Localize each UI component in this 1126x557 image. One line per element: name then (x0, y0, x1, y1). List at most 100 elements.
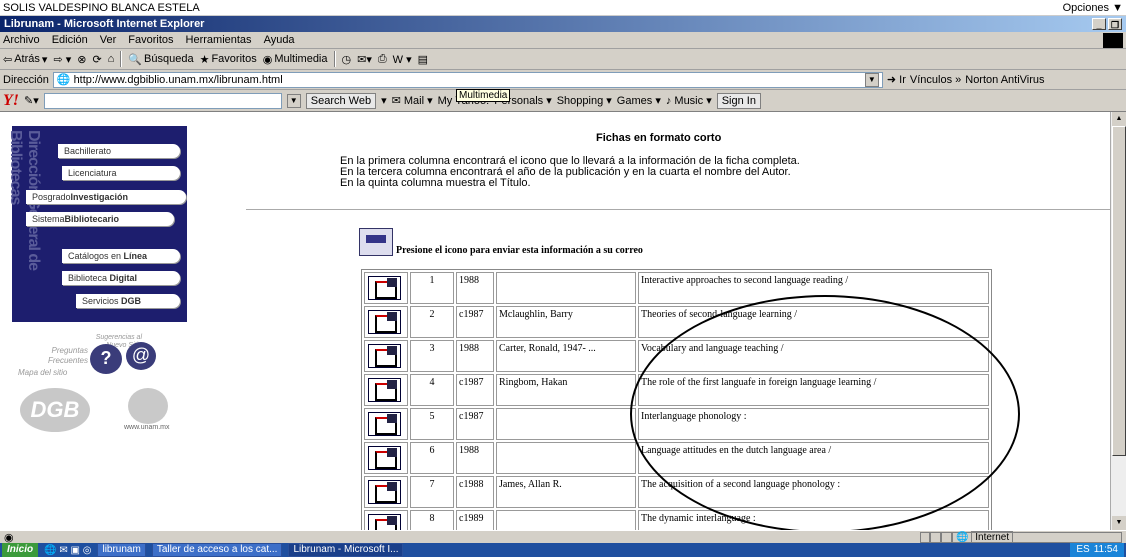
task-ie[interactable]: Librunam - Microsoft I... (288, 543, 404, 557)
links-button[interactable]: Vínculos » (910, 74, 961, 86)
full-record-icon[interactable] (368, 310, 401, 334)
annotation-ellipse (630, 295, 1020, 530)
record-number: 6 (410, 442, 454, 474)
multimedia-icon: ◉ (262, 53, 273, 66)
record-number: 4 (410, 374, 454, 406)
task-taller[interactable]: Taller de acceso a los cat... (151, 543, 283, 557)
page-icon: 🌐 (56, 74, 71, 86)
edit-button[interactable]: W ▾ (393, 53, 412, 66)
history-button[interactable]: ◷ (342, 53, 352, 66)
full-record-icon[interactable] (368, 378, 401, 402)
search-button[interactable]: 🔍 Búsqueda (128, 53, 193, 66)
go-button[interactable]: ➜ Ir (887, 73, 906, 86)
vertical-scrollbar[interactable]: ▲ ▼ (1110, 112, 1126, 530)
full-record-icon[interactable] (368, 480, 401, 504)
record-author (496, 272, 636, 304)
clock: 11:54 (1093, 544, 1118, 555)
table-row: 1 1988 Interactive approaches to second la… (364, 272, 989, 304)
menu-favoritos[interactable]: Favoritos (128, 34, 173, 46)
back-button[interactable]: ⇦ Atrás ▾ (3, 53, 47, 66)
multimedia-button[interactable]: ◉ Multimedia (263, 53, 328, 66)
menu-herramientas[interactable]: Herramientas (186, 34, 252, 46)
scroll-down-arrow[interactable]: ▼ (1112, 516, 1126, 530)
divider (246, 209, 1110, 210)
menu-edicion[interactable]: Edición (52, 34, 88, 46)
record-year: c1989 (456, 510, 494, 530)
highlight-icon[interactable]: ▾ (381, 94, 387, 107)
search-icon: 🔍 (128, 53, 143, 66)
yahoo-logo[interactable]: Y! (3, 92, 19, 110)
scroll-up-arrow[interactable]: ▲ (1112, 112, 1126, 126)
sign-in-button[interactable]: Sign In (716, 92, 761, 109)
nav-sistema-bibliotecario[interactable]: SistemaBibliotecario (26, 212, 174, 226)
minimize-button[interactable]: _ (1092, 18, 1106, 30)
record-author: James, Allan R. (496, 476, 636, 508)
home-button[interactable]: ⌂ (108, 53, 115, 65)
menu-archivo[interactable]: Archivo (3, 34, 40, 46)
nav-servicios-dgb[interactable]: Servicios DGB (76, 294, 180, 308)
address-input[interactable]: 🌐 http://www.dgbiblio.unam.mx/librunam.h… (52, 71, 883, 88)
dgb-logo[interactable]: DGB (20, 388, 90, 432)
print-button[interactable]: ⎙ (378, 53, 387, 66)
windows-logo (1103, 32, 1123, 48)
record-number: 2 (410, 306, 454, 338)
record-year: c1987 (456, 408, 494, 440)
unam-link[interactable]: www.unam.mx (124, 424, 170, 431)
email-instruction: Presione el icono para enviar esta infor… (396, 245, 643, 256)
search-web-button[interactable]: Search Web (305, 92, 377, 109)
yahoo-search-input[interactable] (43, 92, 282, 109)
quicklaunch-icons[interactable]: 🌐 ✉ ▣ ◎ (44, 545, 91, 556)
record-number: 5 (410, 408, 454, 440)
record-cell-icon (364, 476, 408, 508)
status-zone: 🌐 Internet (952, 530, 1122, 544)
site-map-link[interactable]: Mapa del sitio (18, 368, 67, 377)
unam-seal-icon[interactable] (128, 388, 168, 424)
music-link[interactable]: ♪ Music ▾ (666, 94, 712, 107)
at-sign-icon[interactable]: @ (126, 342, 156, 370)
nav-catalogos[interactable]: Catálogos en Línea (62, 249, 180, 263)
multimedia-tooltip: Multimedia (456, 89, 511, 102)
forward-button[interactable]: ⇨ ▾ (53, 53, 71, 66)
full-record-icon[interactable] (368, 276, 401, 300)
games-link[interactable]: Games ▾ (617, 94, 661, 107)
nav-biblioteca-digital[interactable]: Biblioteca Digital (62, 271, 180, 285)
favorites-button[interactable]: ★ Favoritos (200, 53, 257, 66)
mail-link[interactable]: ✉ Mail ▾ (392, 94, 433, 107)
restore-button[interactable]: ❐ (1108, 18, 1122, 30)
discuss-button[interactable]: ▤ (418, 53, 428, 66)
menu-ver[interactable]: Ver (100, 34, 117, 46)
nav-posgrado[interactable]: PosgradoInvestigación (26, 190, 186, 204)
favorites-icon: ★ (199, 53, 210, 66)
full-record-icon[interactable] (368, 412, 401, 436)
menu-ayuda[interactable]: Ayuda (264, 34, 295, 46)
refresh-button[interactable]: ⟳ (92, 53, 101, 66)
task-librunam[interactable]: librunam (97, 543, 146, 557)
shopping-link[interactable]: Shopping ▾ (557, 94, 612, 107)
address-dropdown[interactable]: ▼ (864, 72, 879, 87)
intro-line-3: En la quinta columna muestra el Título. (340, 177, 531, 189)
pencil-icon[interactable]: ✎▾ (24, 94, 39, 107)
record-author: Carter, Ronald, 1947- ... (496, 340, 636, 372)
email-send-icon[interactable] (359, 228, 393, 256)
record-year: 1988 (456, 272, 494, 304)
nav-licenciatura[interactable]: Licenciatura (62, 166, 180, 180)
address-url: http://www.dgbiblio.unam.mx/librunam.htm… (73, 73, 283, 86)
full-record-icon[interactable] (368, 446, 401, 470)
mail-button[interactable]: ✉▾ (357, 53, 372, 66)
scroll-thumb[interactable] (1112, 126, 1126, 456)
record-number: 7 (410, 476, 454, 508)
language-indicator[interactable]: ES (1076, 543, 1089, 557)
nav-bachillerato[interactable]: Bachillerato (58, 144, 180, 158)
yahoo-search-dropdown[interactable]: ▼ (286, 93, 301, 108)
record-cell-icon (364, 272, 408, 304)
norton-button[interactable]: Norton AntiVirus (965, 74, 1044, 86)
options-menu[interactable]: Opciones ▼ (1063, 2, 1123, 14)
full-record-icon[interactable] (368, 344, 401, 368)
faq-block[interactable]: Preguntas Frecuentes Sugerencias al Nuev… (18, 332, 188, 382)
full-record-icon[interactable] (368, 514, 401, 530)
start-button[interactable]: Inicio (2, 543, 39, 557)
stop-button[interactable]: ⊗ (77, 53, 86, 66)
record-author (496, 510, 636, 530)
record-author: Ringbom, Hakan (496, 374, 636, 406)
faq-question-icon[interactable]: ? (90, 344, 122, 374)
